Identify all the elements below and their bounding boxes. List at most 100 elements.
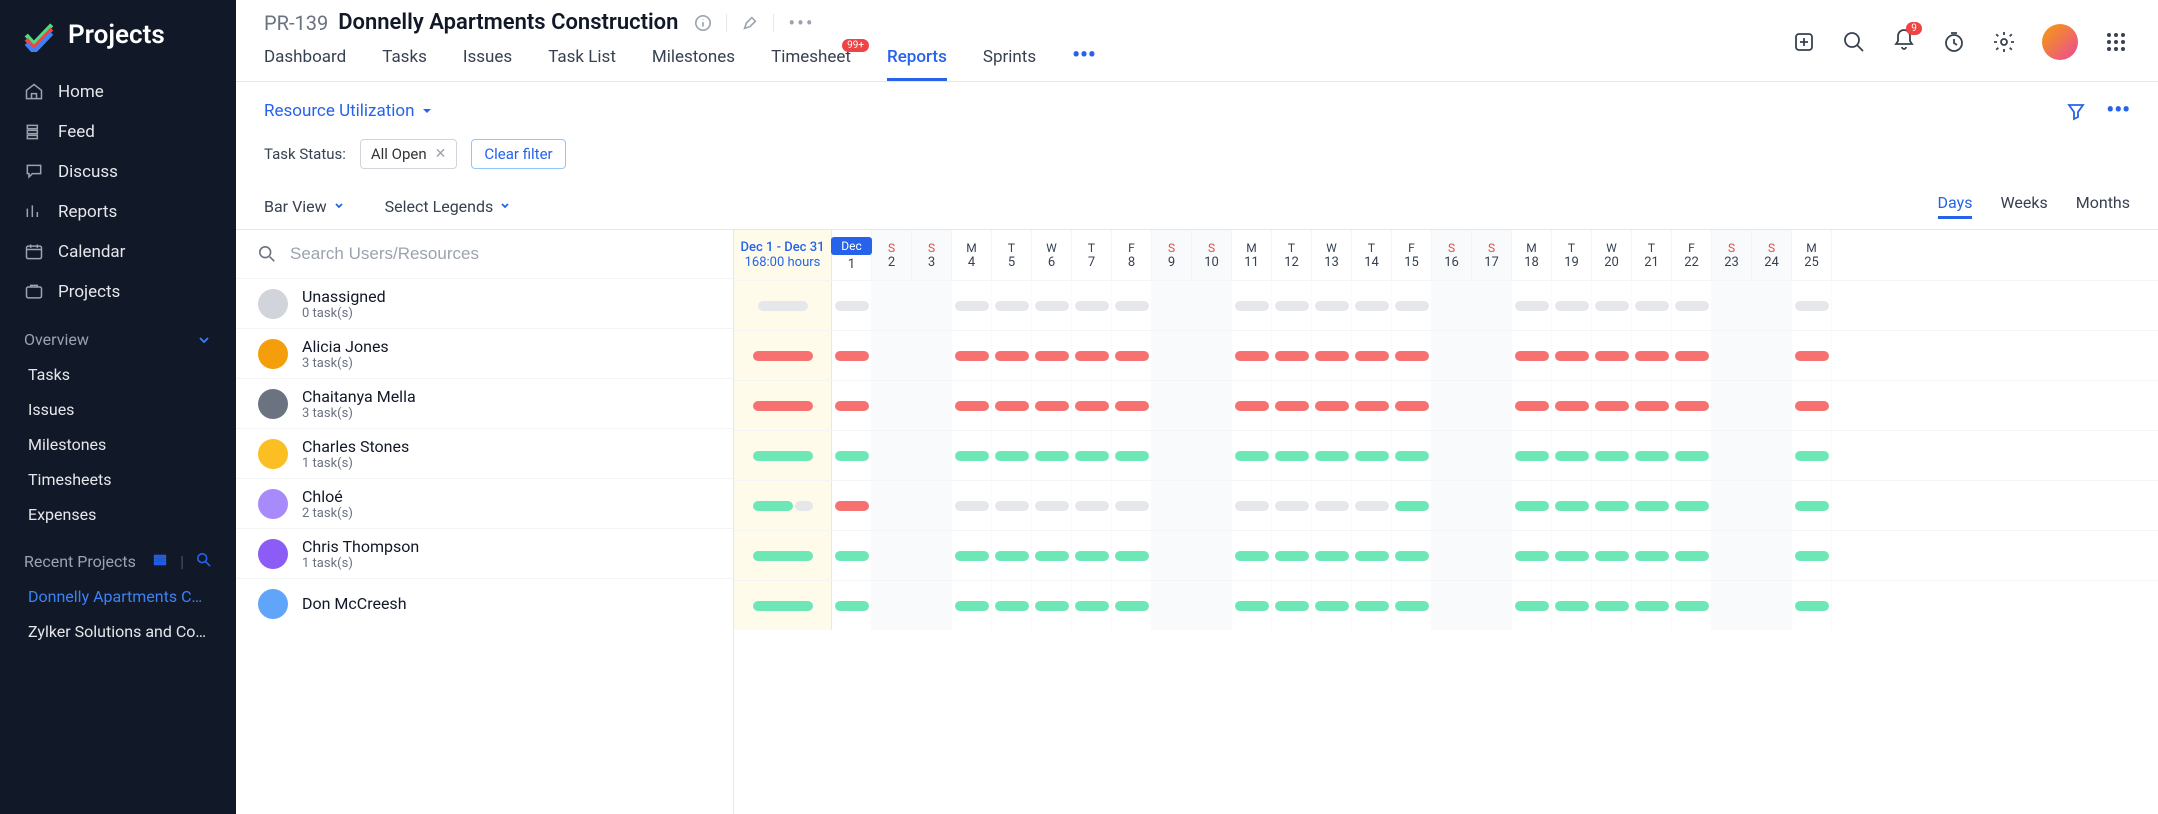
utilization-bar[interactable]: [955, 551, 989, 561]
utilization-bar[interactable]: [1515, 351, 1549, 361]
utilization-bar[interactable]: [1315, 401, 1349, 411]
utilization-bar[interactable]: [1795, 401, 1829, 411]
utilization-bar[interactable]: [1315, 301, 1349, 311]
utilization-bar[interactable]: [835, 301, 869, 311]
status-chip[interactable]: All Open ✕: [360, 139, 458, 169]
utilization-bar[interactable]: [1355, 551, 1389, 561]
close-icon[interactable]: ✕: [435, 146, 447, 162]
utilization-bar[interactable]: [835, 601, 869, 611]
utilization-bar[interactable]: [1395, 301, 1429, 311]
utilization-bar[interactable]: [995, 351, 1029, 361]
add-icon[interactable]: [1792, 30, 1816, 54]
utilization-bar[interactable]: [1635, 401, 1669, 411]
utilization-bar[interactable]: [1315, 601, 1349, 611]
utilization-bar[interactable]: [1675, 601, 1709, 611]
info-icon[interactable]: [694, 14, 712, 32]
utilization-bar[interactable]: [1035, 401, 1069, 411]
utilization-bar[interactable]: [1115, 451, 1149, 461]
search-input[interactable]: [290, 244, 711, 264]
gear-icon[interactable]: [1992, 30, 2016, 54]
utilization-bar[interactable]: [1275, 451, 1309, 461]
utilization-bar[interactable]: [995, 301, 1029, 311]
utilization-bar[interactable]: [1235, 401, 1269, 411]
utilization-bar[interactable]: [1635, 301, 1669, 311]
utilization-bar[interactable]: [1555, 501, 1589, 511]
utilization-bar[interactable]: [1235, 451, 1269, 461]
utilization-bar[interactable]: [995, 401, 1029, 411]
more-icon[interactable]: •••: [788, 11, 814, 35]
resource-row[interactable]: Don McCreesh: [236, 578, 733, 628]
utilization-bar[interactable]: [1275, 401, 1309, 411]
utilization-bar[interactable]: [1035, 551, 1069, 561]
utilization-bar[interactable]: [1555, 351, 1589, 361]
resource-row[interactable]: Chaitanya Mella 3 task(s): [236, 378, 733, 428]
utilization-bar[interactable]: [1795, 301, 1829, 311]
utilization-bar[interactable]: [1275, 551, 1309, 561]
utilization-bar[interactable]: [1515, 451, 1549, 461]
overview-tasks[interactable]: Tasks: [0, 357, 236, 392]
utilization-bar[interactable]: [835, 451, 869, 461]
scale-weeks[interactable]: Weeks: [2000, 193, 2047, 219]
utilization-bar[interactable]: [1315, 451, 1349, 461]
utilization-bar[interactable]: [1035, 601, 1069, 611]
utilization-bar[interactable]: [1795, 351, 1829, 361]
utilization-bar[interactable]: [1595, 601, 1629, 611]
tab-reports[interactable]: Reports: [887, 47, 947, 81]
nav-calendar[interactable]: Calendar: [0, 232, 236, 272]
utilization-bar[interactable]: [1355, 501, 1389, 511]
overview-timesheets[interactable]: Timesheets: [0, 462, 236, 497]
nav-home[interactable]: Home: [0, 72, 236, 112]
tabs-more-icon[interactable]: •••: [1072, 43, 1096, 77]
utilization-bar[interactable]: [1275, 351, 1309, 361]
clear-filter-button[interactable]: Clear filter: [471, 139, 565, 169]
tab-milestones[interactable]: Milestones: [652, 47, 735, 81]
utilization-bar[interactable]: [1515, 301, 1549, 311]
utilization-bar[interactable]: [1355, 351, 1389, 361]
utilization-bar[interactable]: [1635, 351, 1669, 361]
utilization-bar[interactable]: [955, 401, 989, 411]
utilization-bar[interactable]: [1115, 401, 1149, 411]
utilization-bar[interactable]: [1395, 551, 1429, 561]
utilization-bar[interactable]: [1395, 401, 1429, 411]
utilization-bar[interactable]: [1275, 601, 1309, 611]
tab-issues[interactable]: Issues: [463, 47, 512, 81]
utilization-bar[interactable]: [1515, 501, 1549, 511]
utilization-bar[interactable]: [1075, 551, 1109, 561]
utilization-bar[interactable]: [1355, 601, 1389, 611]
utilization-bar[interactable]: [955, 351, 989, 361]
utilization-bar[interactable]: [1075, 301, 1109, 311]
utilization-bar[interactable]: [955, 501, 989, 511]
utilization-bar[interactable]: [1675, 351, 1709, 361]
utilization-bar[interactable]: [1595, 301, 1629, 311]
filter-icon[interactable]: [2066, 101, 2086, 121]
utilization-bar[interactable]: [1115, 501, 1149, 511]
report-selector[interactable]: Resource Utilization: [264, 101, 433, 121]
utilization-bar[interactable]: [1675, 501, 1709, 511]
utilization-bar[interactable]: [1555, 401, 1589, 411]
utilization-bar[interactable]: [1515, 601, 1549, 611]
utilization-bar[interactable]: [995, 601, 1029, 611]
utilization-bar[interactable]: [1235, 601, 1269, 611]
tab-task-list[interactable]: Task List: [548, 47, 616, 81]
search-icon[interactable]: [1842, 30, 1866, 54]
utilization-bar[interactable]: [1515, 551, 1549, 561]
utilization-bar[interactable]: [1555, 451, 1589, 461]
utilization-bar[interactable]: [835, 351, 869, 361]
utilization-bar[interactable]: [955, 301, 989, 311]
utilization-bar[interactable]: [1075, 351, 1109, 361]
utilization-bar[interactable]: [1115, 551, 1149, 561]
utilization-bar[interactable]: [1795, 501, 1829, 511]
resource-row[interactable]: Unassigned 0 task(s): [236, 278, 733, 328]
utilization-bar[interactable]: [1235, 301, 1269, 311]
utilization-bar[interactable]: [1355, 451, 1389, 461]
utilization-bar[interactable]: [1075, 401, 1109, 411]
overview-header[interactable]: Overview: [0, 312, 236, 357]
utilization-bar[interactable]: [1555, 551, 1589, 561]
overview-issues[interactable]: Issues: [0, 392, 236, 427]
tab-timesheet[interactable]: Timesheet99+: [771, 47, 851, 81]
utilization-bar[interactable]: [835, 401, 869, 411]
utilization-bar[interactable]: [1355, 301, 1389, 311]
utilization-bar[interactable]: [1555, 601, 1589, 611]
utilization-bar[interactable]: [1395, 351, 1429, 361]
utilization-bar[interactable]: [835, 551, 869, 561]
